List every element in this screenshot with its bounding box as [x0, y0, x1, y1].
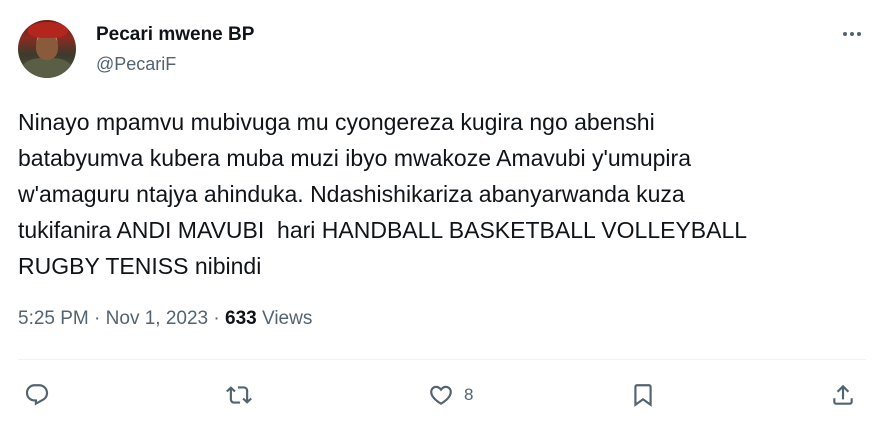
meta-separator: · [94, 308, 101, 329]
views-count: 633 [225, 308, 257, 329]
retweet-button[interactable] [226, 378, 262, 412]
views-label: Views [262, 308, 313, 329]
bookmark-icon [634, 384, 652, 407]
avatar-body [22, 58, 72, 78]
retweet-icon [226, 386, 252, 404]
share-button[interactable] [830, 378, 856, 412]
bookmark-button[interactable] [630, 378, 656, 412]
like-count: 8 [464, 385, 474, 404]
author-handle[interactable]: @PecariF [96, 54, 176, 75]
share-icon [833, 384, 853, 405]
avatar[interactable] [18, 20, 76, 78]
tweet-text: Ninayo mpamvu mubivuga mu cyongereza kug… [18, 109, 748, 279]
tweet-meta: 5:25 PM · Nov 1, 2023 · 633 Views [18, 308, 312, 330]
avatar-beret [28, 22, 68, 38]
more-dots-icon [843, 32, 861, 36]
tweet-date[interactable]: Nov 1, 2023 [106, 308, 208, 329]
meta-separator: · [213, 308, 220, 329]
like-button[interactable]: 8 [428, 378, 473, 412]
reply-button[interactable] [24, 378, 60, 412]
reply-icon [25, 384, 49, 406]
author-name[interactable]: Pecari mwene BP [96, 24, 254, 46]
heart-icon [430, 385, 452, 405]
divider [18, 359, 866, 360]
tweet-card: Pecari mwene BP @PecariF Ninayo mpamvu m… [0, 0, 876, 436]
more-options-button[interactable] [838, 20, 866, 48]
tweet-time[interactable]: 5:25 PM [18, 308, 89, 329]
